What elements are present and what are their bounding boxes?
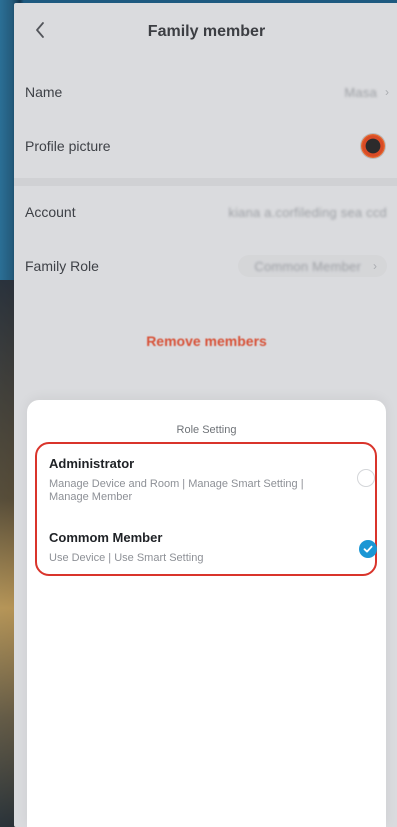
family-role-pill[interactable]: Common Member ›	[238, 255, 387, 277]
family-role-row[interactable]: Family Role Common Member ›	[14, 245, 397, 287]
family-role-value: Common Member	[254, 258, 361, 274]
sheet-title: Role Setting	[176, 424, 237, 436]
role-option-common-member[interactable]: Commom Member Use Device | Use Smart Set…	[49, 530, 377, 565]
option-title: Administrator	[49, 456, 135, 471]
option-description: Use Device | Use Smart Setting	[49, 552, 204, 564]
chevron-right-icon: ›	[385, 85, 389, 99]
account-label: Account	[25, 204, 76, 220]
section-divider	[14, 178, 397, 186]
account-value: kiana a.corfileding sea ccd	[228, 204, 387, 220]
profile-picture-label: Profile picture	[25, 138, 111, 154]
avatar	[361, 134, 385, 158]
remove-members-button[interactable]: Remove members	[14, 333, 397, 349]
name-value: Masa	[344, 84, 377, 100]
chevron-right-icon: ›	[373, 259, 377, 273]
role-setting-sheet: Role Setting Administrator Manage Device…	[27, 400, 386, 827]
option-description: Manage Device and Room | Manage Smart Se…	[49, 478, 304, 503]
option-title: Commom Member	[49, 530, 163, 545]
account-row: Account kiana a.corfileding sea ccd	[14, 191, 397, 233]
radio-unselected-icon[interactable]	[357, 469, 375, 487]
name-label: Name	[25, 84, 63, 100]
family-role-label: Family Role	[25, 258, 99, 274]
page-title: Family member	[147, 23, 266, 40]
role-option-administrator[interactable]: Administrator Manage Device and Room | M…	[49, 456, 375, 504]
checkmark-circle-icon[interactable]	[359, 540, 377, 558]
nav-bar: Family member	[14, 3, 397, 59]
name-row[interactable]: Name Masa ›	[14, 71, 397, 113]
phone-screen: Family member Name Masa › Profile pictur…	[14, 3, 397, 827]
profile-picture-row[interactable]: Profile picture	[14, 125, 397, 167]
